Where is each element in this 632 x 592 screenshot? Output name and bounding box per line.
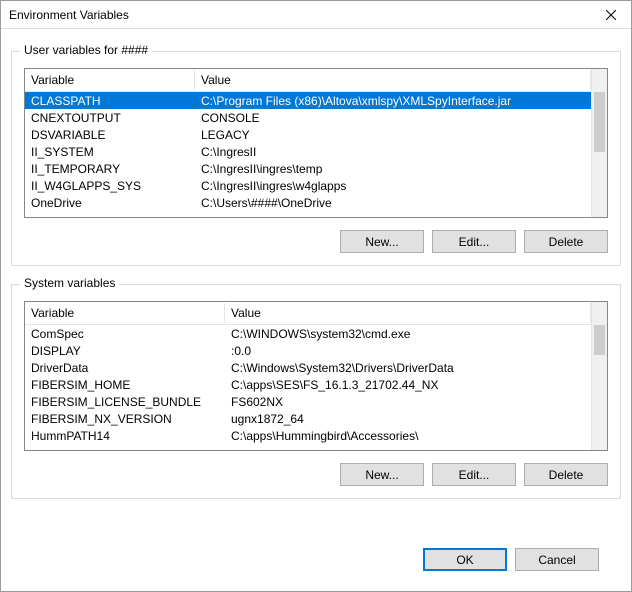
user-vars-group: User variables for #### Variable Value C… <box>11 51 621 266</box>
table-row[interactable]: HummPATH14C:\apps\Hummingbird\Accessorie… <box>25 427 591 444</box>
close-button[interactable] <box>591 1 631 28</box>
cell-value: C:\WINDOWS\system32\cmd.exe <box>225 327 591 341</box>
system-delete-button[interactable]: Delete <box>524 463 608 486</box>
ok-button[interactable]: OK <box>423 548 507 571</box>
cell-value: C:\apps\Hummingbird\Accessories\ <box>225 429 591 443</box>
cell-variable: DriverData <box>25 361 225 375</box>
system-vars-group-label: System variables <box>20 276 119 290</box>
cell-variable: OneDrive <box>25 196 195 210</box>
system-vars-header: Variable Value <box>25 302 591 325</box>
close-icon <box>606 10 616 20</box>
cell-variable: HummPATH14 <box>25 429 225 443</box>
cell-value: C:\IngresII\ingres\w4glapps <box>195 179 591 193</box>
cell-variable: II_TEMPORARY <box>25 162 195 176</box>
cell-variable: II_SYSTEM <box>25 145 195 159</box>
table-row[interactable]: OneDriveC:\Users\####\OneDrive <box>25 194 591 211</box>
table-row[interactable]: CNEXTOUTPUTCONSOLE <box>25 109 591 126</box>
cell-value: C:\Windows\System32\Drivers\DriverData <box>225 361 591 375</box>
scrollbar-thumb[interactable] <box>594 92 605 152</box>
col-header-value[interactable]: Value <box>225 303 591 323</box>
cell-variable: FIBERSIM_NX_VERSION <box>25 412 225 426</box>
cell-variable: FIBERSIM_HOME <box>25 378 225 392</box>
cell-variable: DISPLAY <box>25 344 225 358</box>
system-vars-list[interactable]: Variable Value ComSpecC:\WINDOWS\system3… <box>24 301 608 451</box>
table-row[interactable]: DISPLAY:0.0 <box>25 342 591 359</box>
user-delete-button[interactable]: Delete <box>524 230 608 253</box>
col-header-variable[interactable]: Variable <box>25 303 225 323</box>
user-edit-button[interactable]: Edit... <box>432 230 516 253</box>
table-row[interactable]: FIBERSIM_HOMEC:\apps\SES\FS_16.1.3_21702… <box>25 376 591 393</box>
dialog-footer: OK Cancel <box>11 540 621 585</box>
cell-variable: ComSpec <box>25 327 225 341</box>
table-row[interactable]: II_SYSTEMC:\IngresII <box>25 143 591 160</box>
col-header-variable[interactable]: Variable <box>25 70 195 90</box>
cell-value: C:\IngresII\ingres\temp <box>195 162 591 176</box>
system-edit-button[interactable]: Edit... <box>432 463 516 486</box>
col-header-value[interactable]: Value <box>195 70 591 90</box>
cell-variable: CLASSPATH <box>25 94 195 108</box>
cell-value: C:\apps\SES\FS_16.1.3_21702.44_NX <box>225 378 591 392</box>
user-new-button[interactable]: New... <box>340 230 424 253</box>
user-vars-list[interactable]: Variable Value CLASSPATHC:\Program Files… <box>24 68 608 218</box>
table-row[interactable]: FIBERSIM_LICENSE_BUNDLEFS602NX <box>25 393 591 410</box>
cell-value: FS602NX <box>225 395 591 409</box>
cell-value: CONSOLE <box>195 111 591 125</box>
titlebar: Environment Variables <box>1 1 631 29</box>
env-vars-dialog: Environment Variables User variables for… <box>0 0 632 592</box>
cell-variable: DSVARIABLE <box>25 128 195 142</box>
user-vars-group-label: User variables for #### <box>20 43 152 57</box>
cell-value: C:\IngresII <box>195 145 591 159</box>
table-row[interactable]: DSVARIABLELEGACY <box>25 126 591 143</box>
table-row[interactable]: CLASSPATHC:\Program Files (x86)\Altova\x… <box>25 92 591 109</box>
user-vars-header: Variable Value <box>25 69 591 92</box>
cell-value: C:\Program Files (x86)\Altova\xmlspy\XML… <box>195 94 591 108</box>
cell-value: ugnx1872_64 <box>225 412 591 426</box>
cell-value: C:\Users\####\OneDrive <box>195 196 591 210</box>
cell-value: :0.0 <box>225 344 591 358</box>
system-new-button[interactable]: New... <box>340 463 424 486</box>
system-vars-scrollbar[interactable] <box>591 302 607 450</box>
table-row[interactable]: DriverDataC:\Windows\System32\Drivers\Dr… <box>25 359 591 376</box>
window-title: Environment Variables <box>9 8 591 22</box>
table-row[interactable]: II_W4GLAPPS_SYSC:\IngresII\ingres\w4glap… <box>25 177 591 194</box>
table-row[interactable]: ComSpecC:\WINDOWS\system32\cmd.exe <box>25 325 591 342</box>
cell-value: LEGACY <box>195 128 591 142</box>
cancel-button[interactable]: Cancel <box>515 548 599 571</box>
table-row[interactable]: II_TEMPORARYC:\IngresII\ingres\temp <box>25 160 591 177</box>
table-row[interactable]: FIBERSIM_NX_VERSIONugnx1872_64 <box>25 410 591 427</box>
cell-variable: FIBERSIM_LICENSE_BUNDLE <box>25 395 225 409</box>
scrollbar-thumb[interactable] <box>594 325 605 355</box>
cell-variable: CNEXTOUTPUT <box>25 111 195 125</box>
cell-variable: II_W4GLAPPS_SYS <box>25 179 195 193</box>
user-vars-scrollbar[interactable] <box>591 69 607 217</box>
system-vars-group: System variables Variable Value ComSpecC… <box>11 284 621 499</box>
